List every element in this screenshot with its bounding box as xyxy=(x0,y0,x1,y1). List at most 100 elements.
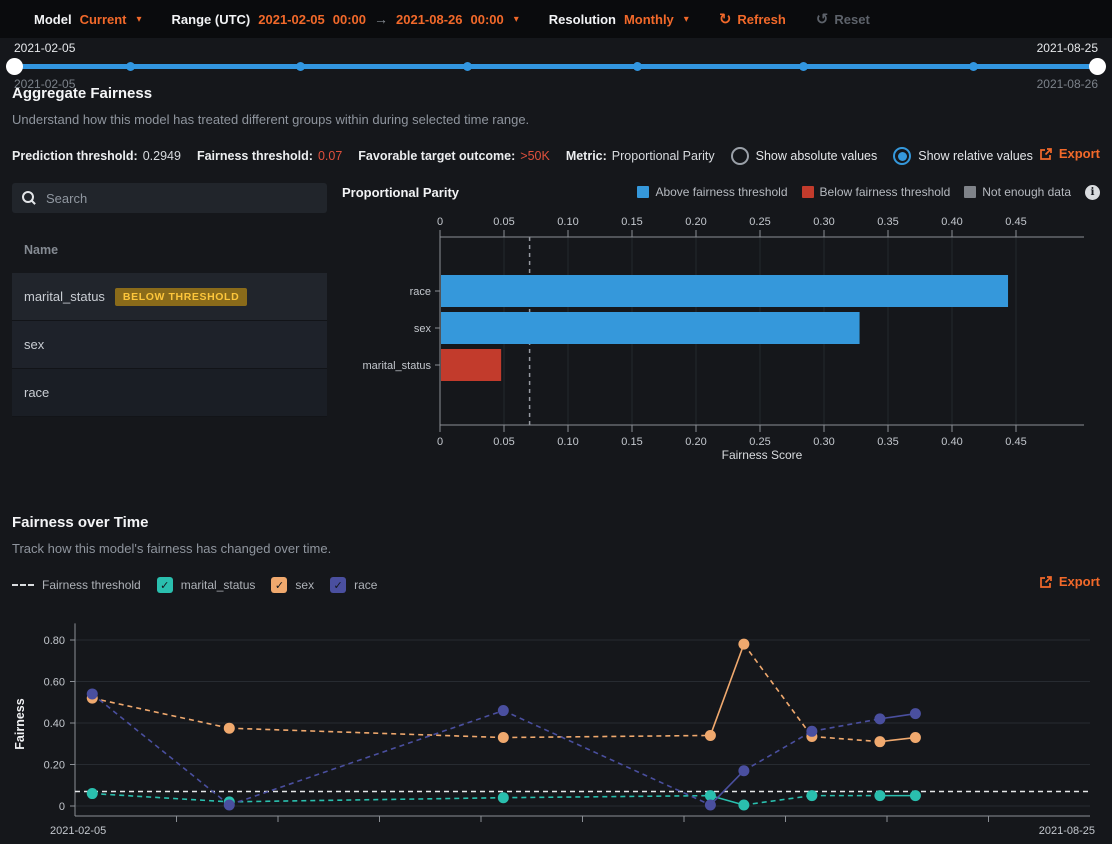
chevron-down-icon: ▾ xyxy=(514,14,519,25)
legend-item: Not enough data xyxy=(964,185,1071,199)
reset-button[interactable]: ↺ Reset xyxy=(816,12,870,27)
data-point-sex[interactable] xyxy=(498,732,509,743)
data-point-race[interactable] xyxy=(806,726,817,737)
bar-marital_status[interactable] xyxy=(441,349,501,381)
radio-show-absolute[interactable]: Show absolute values xyxy=(731,147,878,165)
radio-show-relative[interactable]: Show relative values xyxy=(893,147,1033,165)
feature-name: race xyxy=(24,385,49,400)
bar-race[interactable] xyxy=(441,275,1008,307)
fairness-threshold: Fairness threshold:0.07 xyxy=(197,149,342,163)
range-end-date[interactable]: 2021-08-26 xyxy=(396,12,463,27)
data-point-sex[interactable] xyxy=(738,639,749,650)
data-point-race[interactable] xyxy=(874,713,885,724)
checkbox-checked-icon[interactable]: ✓ xyxy=(330,577,346,593)
data-point-marital_status[interactable] xyxy=(874,790,885,801)
tick-label: 0 xyxy=(59,801,65,813)
time-range-slider: 2021-02-05 2021-08-25 2021-02-05 2021-08… xyxy=(0,38,1112,92)
search-input[interactable] xyxy=(44,190,317,207)
toolbar: Model Current ▾ Range (UTC) 2021-02-05 0… xyxy=(0,0,1112,38)
export-icon xyxy=(1039,147,1053,161)
range-end-time[interactable]: 00:00 xyxy=(471,12,504,27)
bar-sex[interactable] xyxy=(441,312,860,344)
resolution-select[interactable]: Resolution Monthly ▾ xyxy=(549,12,689,27)
bar-chart-svg: 000.050.050.100.100.150.150.200.200.250.… xyxy=(342,205,1100,467)
radio-selected-icon[interactable] xyxy=(893,147,911,165)
bar-legend-items: Above fairness threshold Below fairness t… xyxy=(637,185,1071,199)
category-label: race xyxy=(410,286,431,298)
list-item[interactable]: marital_statusBELOW THRESHOLD xyxy=(12,273,327,321)
slider-dot[interactable] xyxy=(799,62,808,71)
series-toggle-marital_status[interactable]: ✓ marital_status xyxy=(157,577,256,593)
series-segment-marital_status xyxy=(92,794,229,802)
export-button-aggregate[interactable]: Export xyxy=(1039,146,1100,161)
series-toggle-sex[interactable]: ✓sex xyxy=(271,577,314,593)
legend-label: Above fairness threshold xyxy=(655,185,787,199)
slider-handle-left[interactable] xyxy=(6,58,23,75)
model-select[interactable]: Model Current ▾ xyxy=(34,12,142,27)
data-point-race[interactable] xyxy=(910,708,921,719)
legend-swatch xyxy=(964,186,976,198)
tick-label: 0 xyxy=(437,436,443,448)
slider-dot[interactable] xyxy=(969,62,978,71)
range-start-time[interactable]: 00:00 xyxy=(333,12,366,27)
tick-label: 0.45 xyxy=(1005,216,1026,228)
series-segment-marital_status xyxy=(744,796,812,805)
radio-icon[interactable] xyxy=(731,147,749,165)
data-point-sex[interactable] xyxy=(910,732,921,743)
search-box[interactable] xyxy=(12,183,327,213)
metric: Metric:Proportional Parity xyxy=(566,149,715,163)
fairness-meta-row: Prediction threshold:0.2949 Fairness thr… xyxy=(12,146,1100,166)
tick-label: 0.15 xyxy=(621,436,642,448)
tick-label: 0.15 xyxy=(621,216,642,228)
slider-label-start: 2021-02-05 xyxy=(14,41,75,55)
slider-dot[interactable] xyxy=(296,62,305,71)
tick-label: 0.40 xyxy=(44,718,65,730)
data-point-marital_status[interactable] xyxy=(87,788,98,799)
slider-track[interactable] xyxy=(14,64,1098,69)
info-icon[interactable]: i xyxy=(1085,185,1100,200)
slider-dot[interactable] xyxy=(126,62,135,71)
range-start-date[interactable]: 2021-02-05 xyxy=(258,12,325,27)
favorable-target-outcome: Favorable target outcome:>50K xyxy=(358,149,550,163)
slider-dot[interactable] xyxy=(633,62,642,71)
resolution-value[interactable]: Monthly xyxy=(624,12,674,27)
tick-label: 0.25 xyxy=(749,216,770,228)
export-icon xyxy=(1039,575,1053,589)
tick-label: 0.60 xyxy=(44,677,65,689)
tick-label: 0 xyxy=(437,216,443,228)
checkbox-checked-icon[interactable]: ✓ xyxy=(157,577,173,593)
data-point-marital_status[interactable] xyxy=(498,792,509,803)
dashed-line-icon xyxy=(12,584,34,586)
data-point-marital_status[interactable] xyxy=(806,790,817,801)
data-point-marital_status[interactable] xyxy=(910,790,921,801)
refresh-icon: ↻ xyxy=(719,12,732,27)
data-point-sex[interactable] xyxy=(224,723,235,734)
range-select[interactable]: Range (UTC) 2021-02-05 00:00 → 2021-08-2… xyxy=(172,11,519,27)
slider-handle-right[interactable] xyxy=(1089,58,1106,75)
line-chart: 00.200.400.600.802021-02-052021-08-25Fai… xyxy=(0,612,1112,844)
data-point-race[interactable] xyxy=(738,765,749,776)
legend-label: marital_status xyxy=(181,578,256,592)
list-item[interactable]: race xyxy=(12,369,327,417)
tick-label: 0.35 xyxy=(877,436,898,448)
data-point-race[interactable] xyxy=(705,799,716,810)
checkbox-checked-icon[interactable]: ✓ xyxy=(271,577,287,593)
data-point-marital_status[interactable] xyxy=(738,799,749,810)
data-point-race[interactable] xyxy=(498,705,509,716)
data-point-sex[interactable] xyxy=(874,736,885,747)
export-button-over-time[interactable]: Export xyxy=(1039,574,1100,589)
tick-label: 0.40 xyxy=(941,436,962,448)
legend-swatch xyxy=(637,186,649,198)
tick-label: 0.45 xyxy=(1005,436,1026,448)
data-point-race[interactable] xyxy=(224,799,235,810)
data-point-sex[interactable] xyxy=(705,730,716,741)
series-toggle-race[interactable]: ✓race xyxy=(330,577,377,593)
list-item[interactable]: sex xyxy=(12,321,327,369)
legend-item: Above fairness threshold xyxy=(637,185,787,199)
data-point-race[interactable] xyxy=(87,688,98,699)
series-segment-sex xyxy=(812,736,880,741)
slider-dot[interactable] xyxy=(463,62,472,71)
legend-label: Below fairness threshold xyxy=(820,185,951,199)
model-value[interactable]: Current xyxy=(80,12,127,27)
refresh-button[interactable]: ↻ Refresh xyxy=(719,12,786,27)
